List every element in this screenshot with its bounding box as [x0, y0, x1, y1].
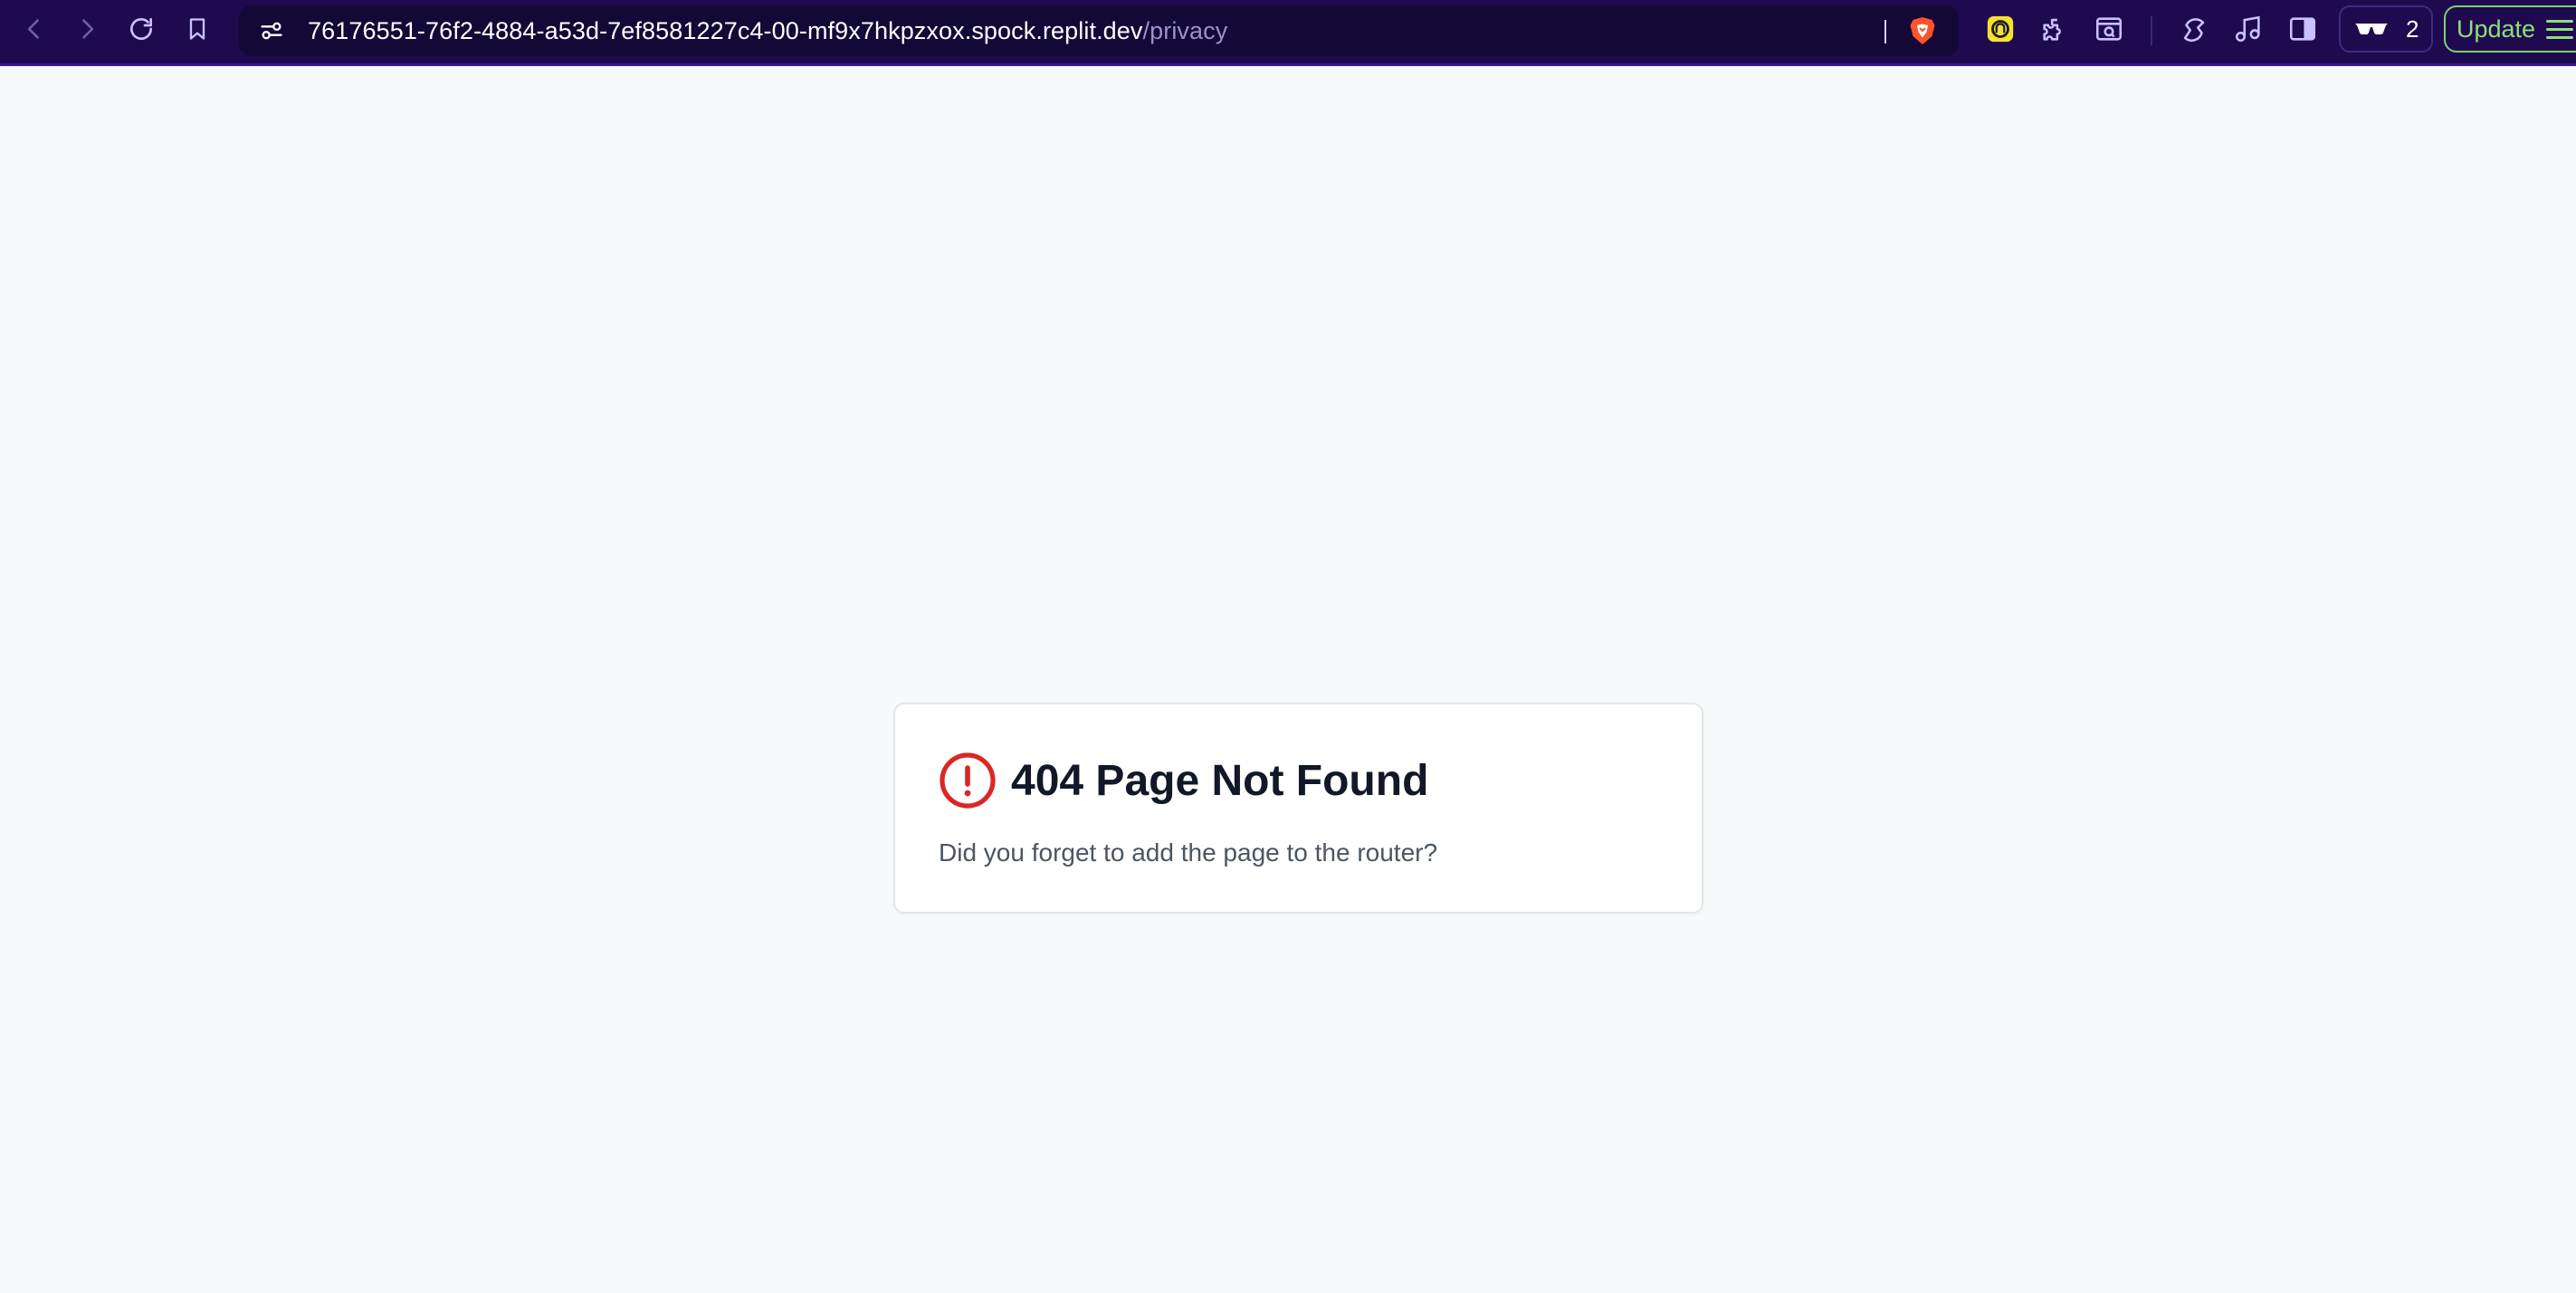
url-divider [1884, 20, 1886, 43]
music-icon [2235, 15, 2260, 43]
site-settings-button[interactable] [253, 13, 290, 49]
not-found-card: 404 Page Not Found Did you forget to add… [893, 703, 1703, 914]
tab-count: 2 [2406, 14, 2419, 43]
puzzle-icon [2043, 18, 2061, 41]
update-button[interactable]: Update [2444, 5, 2576, 53]
url-host: 76176551-76f2-4884-a53d-7ef8581227c4-00-… [308, 17, 1143, 44]
address-bar[interactable]: 76176551-76f2-4884-a53d-7ef8581227c4-00-… [239, 5, 1959, 56]
brave-shields-button[interactable] [1906, 14, 1939, 47]
back-button[interactable] [14, 9, 54, 49]
capture-icon [2095, 17, 2123, 41]
url-path: /privacy [1142, 17, 1228, 44]
bookmark-icon [189, 18, 205, 40]
page-description: Did you forget to add the page to the ro… [939, 838, 1438, 867]
leo-ai-button[interactable] [2174, 9, 2214, 49]
bookmark-button[interactable] [177, 9, 217, 49]
reload-icon [130, 18, 152, 40]
music-button[interactable] [2228, 9, 2268, 49]
forward-button[interactable] [67, 9, 107, 49]
private-tabs-button[interactable]: 2 [2339, 5, 2433, 53]
reload-button[interactable] [121, 9, 161, 49]
alert-circle-icon [940, 752, 996, 809]
toolbar-divider [2151, 16, 2152, 45]
sunglasses-icon [2355, 24, 2388, 35]
yellow-extension-icon [1987, 15, 2014, 43]
sidebar-icon [2289, 17, 2316, 41]
card-header: 404 Page Not Found [939, 752, 1428, 809]
hamburger-menu-icon [2546, 19, 2574, 39]
chevron-left-icon [27, 19, 39, 39]
brave-shields-icon [1910, 17, 1935, 44]
extensions-button[interactable] [2035, 9, 2075, 49]
sidebar-button[interactable] [2283, 9, 2323, 49]
capture-button[interactable] [2089, 9, 2129, 49]
url-text[interactable]: 76176551-76f2-4884-a53d-7ef8581227c4-00-… [308, 5, 1227, 56]
extension-button-1[interactable] [1980, 9, 2020, 49]
browser-toolbar: 76176551-76f2-4884-a53d-7ef8581227c4-00-… [0, 0, 2576, 66]
leo-ai-icon [2183, 18, 2205, 42]
site-settings-icon [261, 22, 282, 40]
chevron-right-icon [82, 19, 94, 39]
update-label: Update [2457, 14, 2536, 43]
page-title: 404 Page Not Found [1011, 756, 1429, 805]
